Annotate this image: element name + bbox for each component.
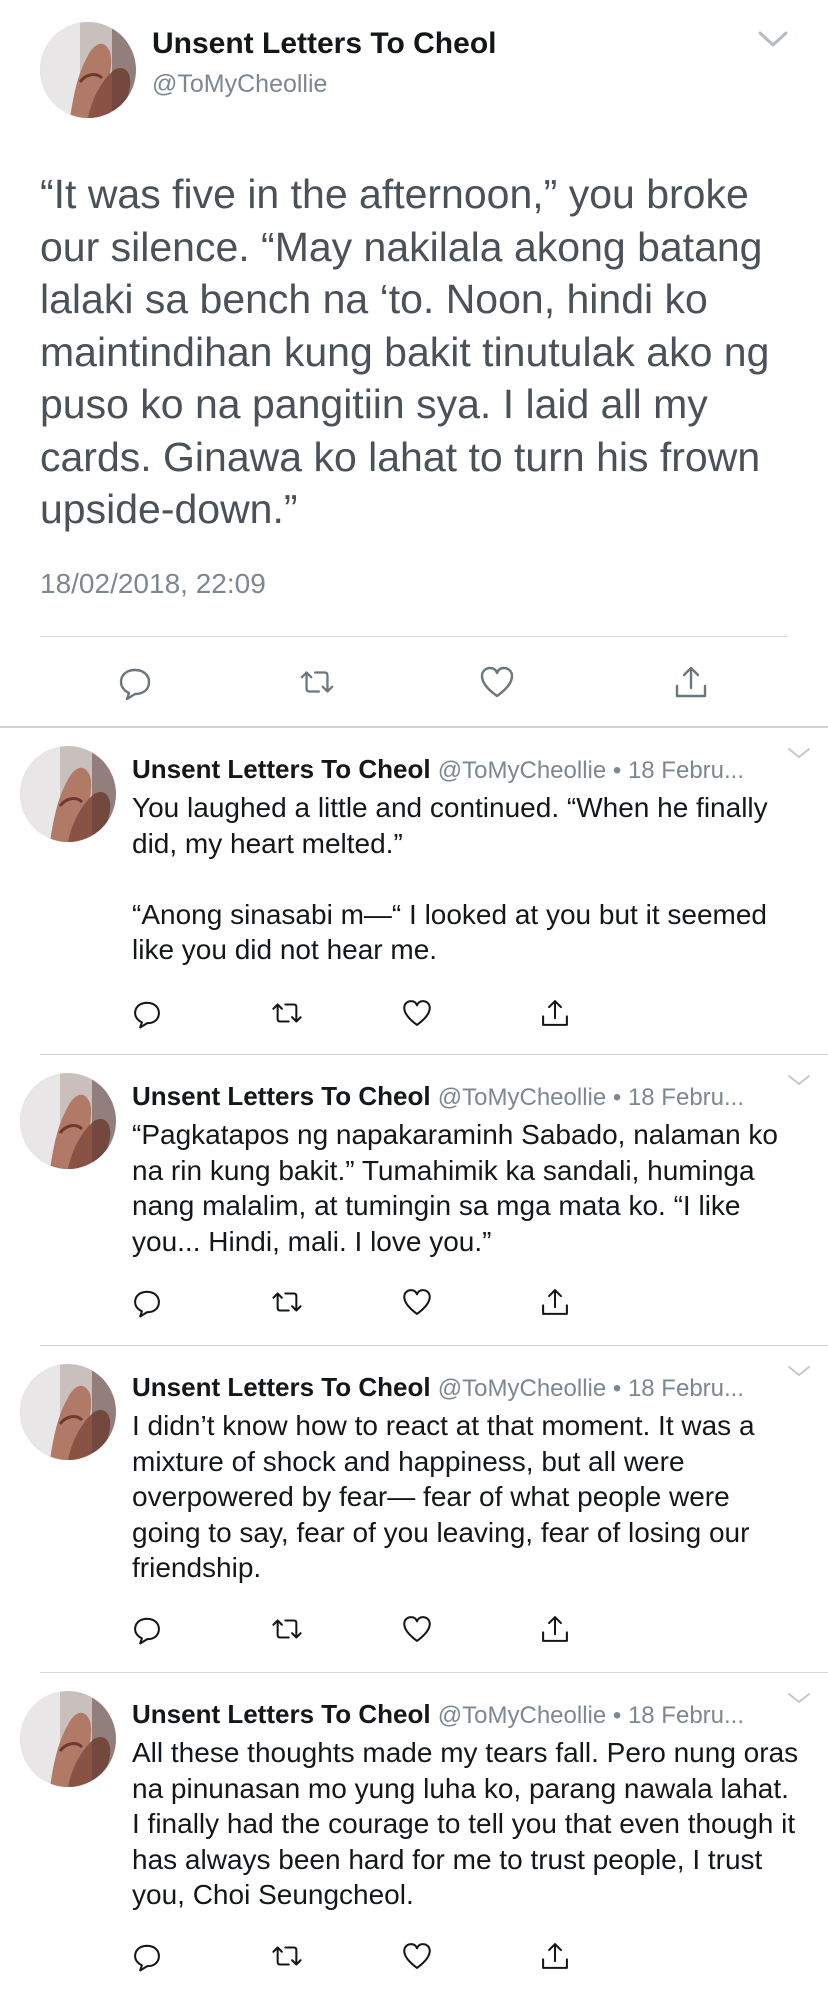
retweet-icon[interactable] [270,1939,304,1973]
share-icon[interactable] [538,1939,572,1973]
chevron-down-icon[interactable] [786,1073,812,1087]
share-icon[interactable] [538,1285,572,1319]
reply-meta[interactable]: @ToMyCheollie • 18 Febru... [438,757,744,784]
reply-text: I didn’t know how to react at that momen… [132,1408,802,1586]
author-name[interactable]: Unsent Letters To Cheol [132,1372,431,1402]
author-name[interactable]: Unsent Letters To Cheol [132,1699,431,1729]
reply-paragraph: “Pagkatapos ng napakaraminh Sabado, nala… [132,1119,778,1257]
like-icon[interactable] [400,996,434,1030]
reply-header: Unsent Letters To Cheol @ToMyCheollie • … [132,1081,776,1112]
reply-tweet: Unsent Letters To Cheol @ToMyCheollie • … [0,728,828,1054]
retweet-icon[interactable] [270,1285,304,1319]
reply-paragraph: “Anong sinasabi m—“ I looked at you but … [132,898,768,966]
retweet-icon[interactable] [298,662,336,702]
reply-icon[interactable] [116,662,154,702]
tweet-timestamp[interactable]: 18/02/2018, 22:09 [40,568,266,600]
reply-meta[interactable]: @ToMyCheollie • 18 Febru... [438,1375,744,1402]
reply-header: Unsent Letters To Cheol @ToMyCheollie • … [132,754,776,785]
reply-meta[interactable]: @ToMyCheollie • 18 Febru... [438,1084,744,1111]
tweet-text: “It was five in the afternoon,” you brok… [40,168,800,536]
reply-text: You laughed a little and continued. “Whe… [132,790,802,968]
reply-icon[interactable] [130,996,164,1030]
avatar[interactable] [20,1073,116,1169]
author-handle[interactable]: @ToMyCheollie [152,70,327,99]
share-icon[interactable] [672,662,710,702]
like-icon[interactable] [400,1939,434,1973]
like-icon[interactable] [400,1285,434,1319]
reply-meta[interactable]: @ToMyCheollie • 18 Febru... [438,1702,744,1729]
reply-paragraph: You laughed a little and continued. “Whe… [132,792,768,859]
avatar[interactable] [20,1364,116,1460]
main-tweet: Unsent Letters To Cheol @ToMyCheollie “I… [0,0,828,726]
retweet-icon[interactable] [270,1612,304,1646]
reply-icon[interactable] [130,1939,164,1973]
reply-header: Unsent Letters To Cheol @ToMyCheollie • … [132,1372,776,1403]
share-icon[interactable] [538,996,572,1030]
avatar[interactable] [20,746,116,842]
reply-tweet: Unsent Letters To Cheol @ToMyCheollie • … [0,1055,828,1345]
reply-text: All these thoughts made my tears fall. P… [132,1735,802,1913]
retweet-icon[interactable] [270,996,304,1030]
avatar[interactable] [20,1691,116,1787]
chevron-down-icon[interactable] [756,28,790,50]
author-name[interactable]: Unsent Letters To Cheol [152,27,496,61]
chevron-down-icon[interactable] [786,1691,812,1705]
reply-paragraph: All these thoughts made my tears fall. P… [132,1737,799,1910]
avatar[interactable] [40,22,136,118]
reply-tweet: Unsent Letters To Cheol @ToMyCheollie • … [0,1346,828,1672]
tweet-text-body: “It was five in the afternoon,” you brok… [40,171,770,532]
reply-tweet: Unsent Letters To Cheol @ToMyCheollie • … [0,1673,828,2001]
reply-text: “Pagkatapos ng napakaraminh Sabado, nala… [132,1117,802,1259]
share-icon[interactable] [538,1612,572,1646]
reply-icon[interactable] [130,1612,164,1646]
chevron-down-icon[interactable] [786,746,812,760]
like-icon[interactable] [400,1612,434,1646]
reply-header: Unsent Letters To Cheol @ToMyCheollie • … [132,1699,776,1730]
like-icon[interactable] [478,662,516,702]
reply-icon[interactable] [130,1285,164,1319]
divider [40,636,788,637]
author-name[interactable]: Unsent Letters To Cheol [132,1081,431,1111]
chevron-down-icon[interactable] [786,1364,812,1378]
reply-paragraph: I didn’t know how to react at that momen… [132,1410,755,1583]
author-name[interactable]: Unsent Letters To Cheol [132,754,431,784]
